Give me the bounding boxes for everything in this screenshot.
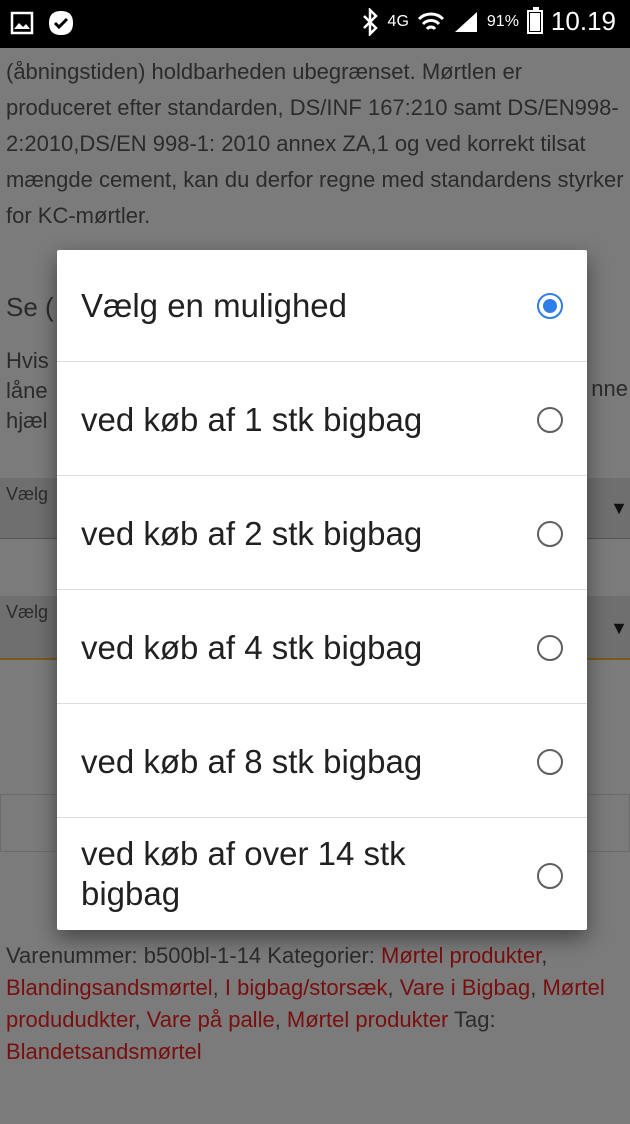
gallery-icon [10, 11, 34, 35]
option-picker-dialog: Vælg en mulighed ved køb af 1 stk bigbag… [57, 250, 587, 930]
product-meta: Varenummer: b500bl-1-14 Kategorier: Mørt… [6, 943, 605, 1064]
radio-icon[interactable] [537, 749, 563, 775]
option-label: ved køb af over 14 stk bigbag [81, 835, 406, 912]
option-item[interactable]: ved køb af 8 stk bigbag [57, 704, 587, 818]
option-item[interactable]: ved køb af 2 stk bigbag [57, 476, 587, 590]
radio-icon[interactable] [537, 521, 563, 547]
option-label: Vælg en mulighed [81, 287, 347, 324]
option-label: ved køb af 2 stk bigbag [81, 515, 423, 552]
check-icon [49, 11, 73, 35]
product-description: (åbningstiden) holdbarheden ubegrænset. … [6, 59, 624, 228]
dropdown-arrow-icon: ▼ [610, 618, 628, 638]
tag-link[interactable]: Blandetsandsmørtel [6, 1039, 202, 1064]
sku-label: Varenummer: b500bl-1-14 Kategorier: [6, 943, 382, 968]
network-type: 4G [387, 12, 409, 30]
option-label: ved køb af 4 stk bigbag [81, 629, 423, 666]
option-item[interactable]: ved køb af 4 stk bigbag [57, 590, 587, 704]
radio-icon[interactable] [537, 863, 563, 889]
dropdown-arrow-icon: ▼ [610, 498, 628, 518]
clock: 10.19 [550, 6, 616, 36]
option-item[interactable]: Vælg en mulighed [57, 250, 587, 362]
option-label: ved køb af 8 stk bigbag [81, 743, 423, 780]
status-bar: 4G 91% 10.19 [0, 0, 630, 48]
wifi-icon [417, 12, 444, 30]
select-label: Vælg [6, 484, 49, 504]
radio-icon[interactable] [537, 407, 563, 433]
category-link[interactable]: Mørtel produkter [287, 1007, 448, 1032]
option-item[interactable]: ved køb af 1 stk bigbag [57, 362, 587, 476]
tag-label: Tag: [448, 1007, 496, 1032]
category-link[interactable]: Mørtel produkter [381, 943, 541, 968]
text-fragment: nne [591, 376, 628, 401]
battery-percent: 91% [486, 12, 519, 30]
signal-icon [454, 11, 477, 32]
select-label: Vælg [6, 602, 49, 622]
option-label: ved køb af 1 stk bigbag [81, 401, 423, 438]
category-link[interactable]: Blandingsandsmørtel [6, 975, 213, 1000]
bluetooth-icon [362, 7, 378, 36]
radio-selected-icon[interactable] [537, 293, 563, 319]
category-link[interactable]: I bigbag/storsæk [225, 975, 388, 1000]
section-heading: Se ( [6, 292, 54, 322]
category-link[interactable]: Vare i Bigbag [400, 975, 530, 1000]
battery-icon [526, 6, 543, 34]
radio-icon[interactable] [537, 635, 563, 661]
option-item[interactable]: ved køb af over 14 stk bigbag [57, 818, 587, 930]
category-link[interactable]: Vare på palle [147, 1007, 275, 1032]
